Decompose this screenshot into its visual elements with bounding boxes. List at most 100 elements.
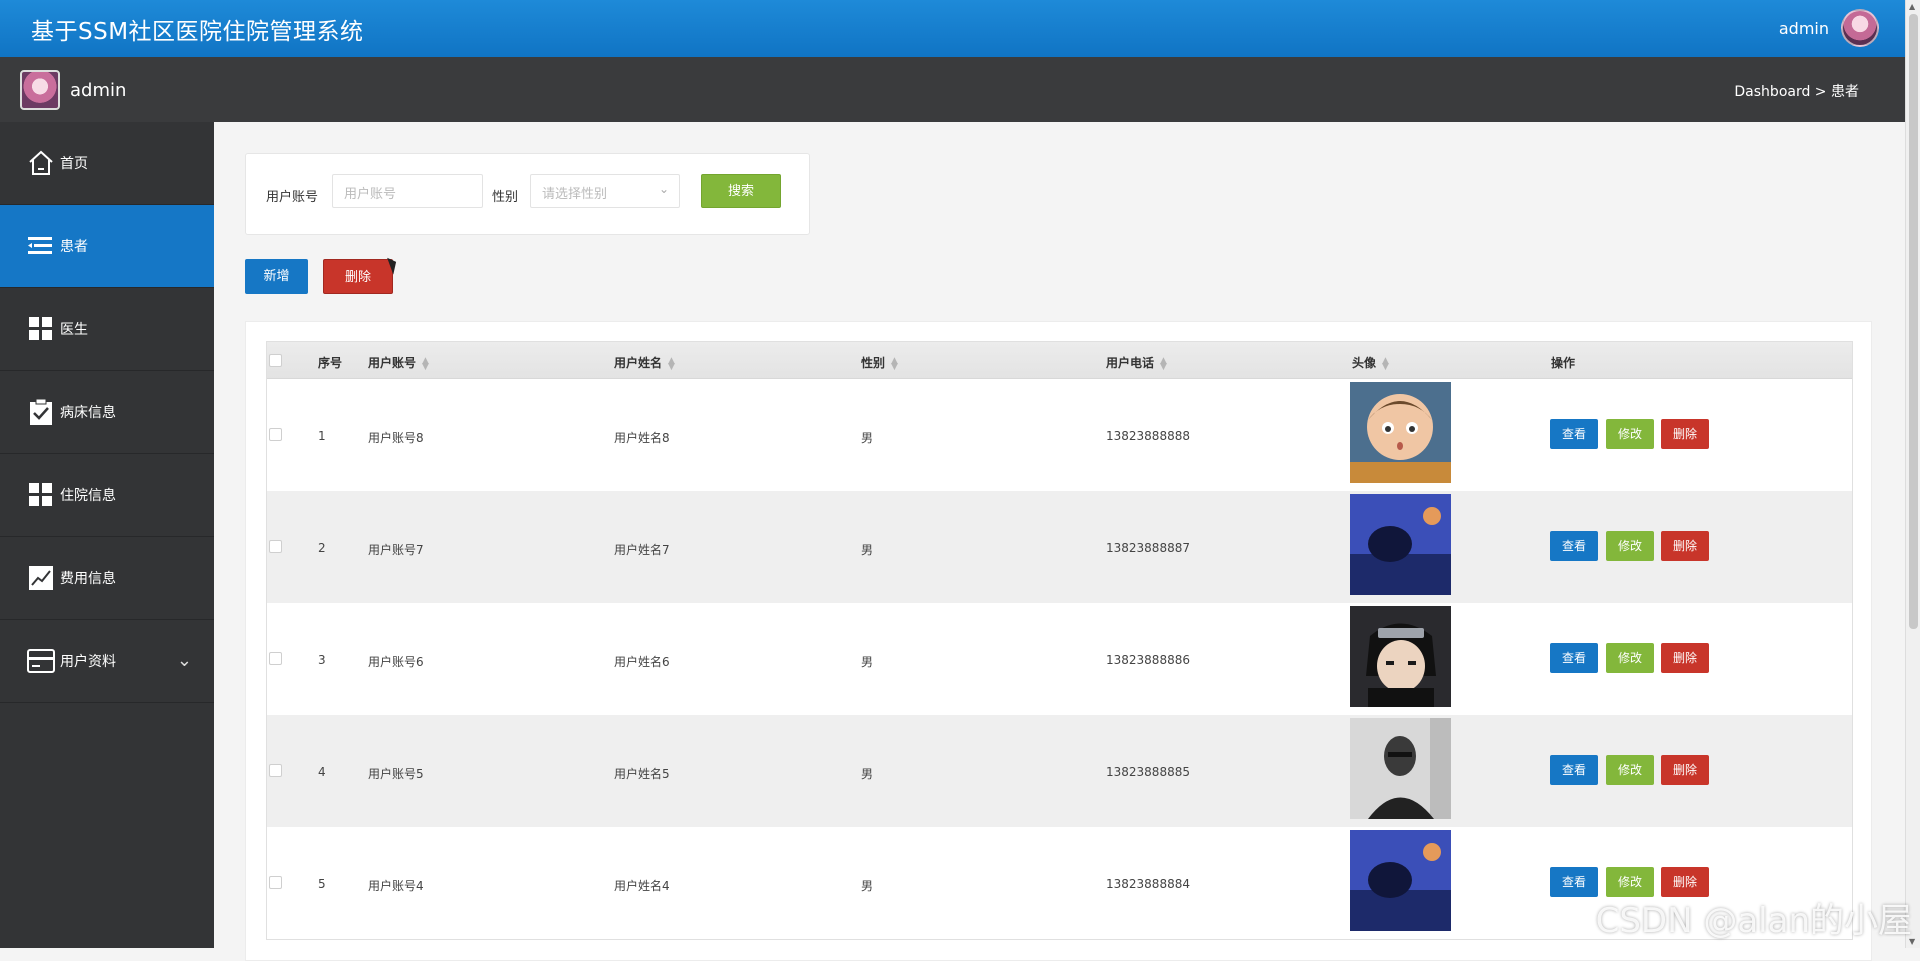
scrollbar-thumb[interactable]: [1909, 14, 1918, 629]
view-button[interactable]: 查看: [1550, 867, 1598, 897]
col-gender-label: 性别: [861, 356, 885, 370]
sort-icon[interactable]: ▲▼: [422, 358, 429, 370]
sidebar-item-admission[interactable]: 住院信息: [0, 454, 214, 537]
gender-label: 性别: [492, 186, 518, 205]
cell-name: 用户姓名4: [614, 877, 670, 894]
grid-icon: [26, 314, 56, 344]
patients-table: 序号 用户账号▲▼ 用户姓名▲▼ 性别▲▼ 用户电话▲▼ 头像▲▼ 操作 1 用…: [266, 341, 1853, 940]
header-avatar[interactable]: [1841, 9, 1879, 47]
profile-block: admin: [20, 70, 126, 110]
delete-button[interactable]: 删除: [1661, 419, 1709, 449]
cell-index: 5: [318, 877, 326, 891]
edit-button[interactable]: 修改: [1606, 531, 1654, 561]
chevron-down-icon: ⌄: [659, 182, 669, 196]
col-avatar[interactable]: 头像▲▼: [1352, 354, 1389, 371]
sort-icon[interactable]: ▲▼: [891, 358, 898, 370]
row-checkbox[interactable]: [269, 764, 282, 777]
gender-select-placeholder: 请选择性别: [542, 187, 607, 202]
table-row: 1 用户账号8 用户姓名8 男 13823888888 查看 修改 删除: [267, 379, 1852, 491]
sort-icon[interactable]: ▲▼: [1382, 358, 1389, 370]
grid-icon: [26, 480, 56, 510]
cell-gender: 男: [861, 653, 873, 670]
cell-account: 用户账号5: [368, 765, 424, 782]
account-label: 用户账号: [266, 186, 318, 205]
patient-avatar-image: [1350, 382, 1451, 483]
header-user[interactable]: admin: [1779, 8, 1879, 48]
scroll-up-icon[interactable]: ▲: [1909, 2, 1915, 11]
sidebar-item-patients[interactable]: 患者: [0, 205, 214, 288]
delete-button[interactable]: 删除: [1661, 531, 1709, 561]
col-index: 序号: [318, 354, 342, 371]
chart-line-icon: [26, 563, 56, 593]
sidebar-item-label: 住院信息: [60, 485, 116, 505]
search-button[interactable]: 搜索: [701, 174, 781, 208]
table-row: 2 用户账号7 用户姓名7 男 13823888887 查看 修改 删除: [267, 491, 1852, 603]
sidebar-item-label: 用户资料: [60, 651, 116, 671]
edit-button[interactable]: 修改: [1606, 419, 1654, 449]
sub-header: admin Dashboard > 患者: [0, 57, 1905, 122]
row-checkbox[interactable]: [269, 652, 282, 665]
col-gender[interactable]: 性别 ▲▼: [861, 354, 898, 371]
row-checkbox[interactable]: [269, 876, 282, 889]
profile-avatar: [20, 70, 60, 110]
page-scrollbar[interactable]: ▲ ▼: [1905, 0, 1920, 948]
row-checkbox[interactable]: [269, 540, 282, 553]
cell-phone: 13823888885: [1106, 765, 1190, 779]
sidebar: 首页 患者 医生 病床信息 住院信息 费用信息 用户资料 ⌄: [0, 122, 214, 948]
sidebar-item-beds[interactable]: 病床信息: [0, 371, 214, 454]
col-account[interactable]: 用户账号 ▲▼: [368, 354, 429, 371]
col-name[interactable]: 用户姓名 ▲▼: [614, 354, 675, 371]
profile-username: admin: [70, 80, 126, 101]
home-icon: [26, 148, 56, 178]
row-checkbox[interactable]: [269, 428, 282, 441]
cell-index: 2: [318, 541, 326, 555]
cell-gender: 男: [861, 765, 873, 782]
view-button[interactable]: 查看: [1550, 755, 1598, 785]
view-button[interactable]: 查看: [1550, 531, 1598, 561]
delete-button[interactable]: 删除: [1661, 755, 1709, 785]
cell-account: 用户账号6: [368, 653, 424, 670]
sidebar-item-doctors[interactable]: 医生: [0, 288, 214, 371]
top-header: 基于SSM社区医院住院管理系统 admin: [0, 0, 1905, 57]
cell-name: 用户姓名6: [614, 653, 670, 670]
patient-avatar-image: [1350, 494, 1451, 595]
cell-account: 用户账号4: [368, 877, 424, 894]
select-all-checkbox[interactable]: [269, 354, 282, 367]
add-button[interactable]: 新增: [245, 259, 308, 294]
card-icon: [26, 646, 56, 676]
edit-button[interactable]: 修改: [1606, 643, 1654, 673]
sidebar-item-home[interactable]: 首页: [0, 122, 214, 205]
header-username: admin: [1779, 19, 1829, 38]
delete-button[interactable]: 删除: [1661, 643, 1709, 673]
table-card: 序号 用户账号▲▼ 用户姓名▲▼ 性别▲▼ 用户电话▲▼ 头像▲▼ 操作 1 用…: [245, 321, 1872, 961]
main-content: 用户账号 用户账号 性别 请选择性别 ⌄ 搜索 新增 删除 序号 用户账号▲▼ …: [214, 122, 1905, 948]
sidebar-item-label: 费用信息: [60, 568, 116, 588]
col-name-label: 用户姓名: [614, 356, 662, 370]
chevron-down-icon[interactable]: ⌄: [177, 650, 192, 671]
col-phone[interactable]: 用户电话 ▲▼: [1106, 354, 1167, 371]
col-account-label: 用户账号: [368, 356, 416, 370]
account-search-input[interactable]: 用户账号: [332, 174, 483, 208]
table-header: 序号 用户账号▲▼ 用户姓名▲▼ 性别▲▼ 用户电话▲▼ 头像▲▼ 操作: [267, 342, 1852, 379]
search-panel: 用户账号 用户账号 性别 请选择性别 ⌄ 搜索: [245, 153, 810, 235]
batch-delete-button[interactable]: 删除: [323, 259, 393, 294]
col-phone-label: 用户电话: [1106, 356, 1154, 370]
view-button[interactable]: 查看: [1550, 419, 1598, 449]
list-icon: [26, 231, 56, 261]
cell-gender: 男: [861, 877, 873, 894]
cell-phone: 13823888884: [1106, 877, 1190, 891]
clipboard-check-icon: [26, 397, 56, 427]
sidebar-item-user-profile[interactable]: 用户资料 ⌄: [0, 620, 214, 703]
view-button[interactable]: 查看: [1550, 643, 1598, 673]
sidebar-item-label: 病床信息: [60, 402, 116, 422]
gender-select[interactable]: 请选择性别 ⌄: [530, 174, 680, 208]
cell-index: 1: [318, 429, 326, 443]
sidebar-item-label: 首页: [60, 153, 88, 173]
cell-name: 用户姓名7: [614, 541, 670, 558]
sort-icon[interactable]: ▲▼: [668, 358, 675, 370]
edit-button[interactable]: 修改: [1606, 755, 1654, 785]
sidebar-item-fees[interactable]: 费用信息: [0, 537, 214, 620]
sort-icon[interactable]: ▲▼: [1160, 358, 1167, 370]
app-title: 基于SSM社区医院住院管理系统: [31, 12, 364, 46]
cell-name: 用户姓名5: [614, 765, 670, 782]
